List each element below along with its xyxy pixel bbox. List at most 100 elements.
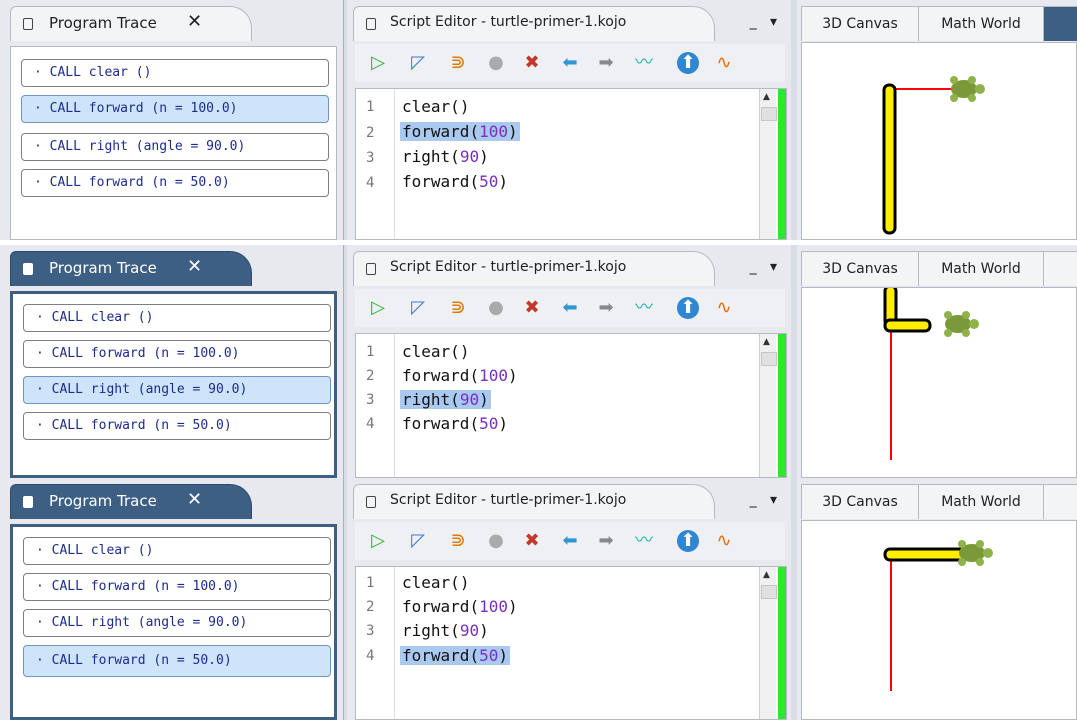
upload-icon[interactable]: ⬆ [677, 52, 699, 74]
trace-call-forward-50[interactable]: · CALL forward (n = 50.0) [23, 412, 331, 440]
editor-scrollbar[interactable]: ▲ [759, 89, 777, 239]
format-icon[interactable]: 〰 [633, 52, 655, 74]
code-line-1[interactable]: clear() [400, 97, 471, 116]
tab-3d-canvas[interactable]: 3D Canvas [801, 251, 919, 286]
scroll-up-icon[interactable]: ▲ [763, 570, 770, 580]
drawing-canvas[interactable] [801, 287, 1077, 478]
program-trace-panel: Program Trace ✕ · CALL clear () · CALL f… [0, 478, 344, 720]
trace-call-forward-100[interactable]: · CALL forward (n = 100.0) [23, 340, 331, 368]
program-trace-tab[interactable]: Program Trace ✕ [10, 484, 252, 519]
trace-call-forward-50[interactable]: · CALL forward (n = 50.0) [23, 645, 331, 677]
back-icon[interactable]: ⬅ [559, 52, 581, 74]
tab-drawing-canvas[interactable] [1043, 6, 1077, 41]
run-worksheet-icon[interactable]: ◸ [407, 52, 429, 74]
stop-icon[interactable]: ● [485, 52, 507, 74]
tab-3d-canvas[interactable]: 3D Canvas [801, 484, 919, 519]
forward-icon[interactable]: ➡ [595, 52, 617, 74]
forward-icon[interactable]: ➡ [595, 297, 617, 319]
tab-math-world[interactable]: Math World [918, 484, 1044, 519]
run-icon[interactable]: ▷ [367, 52, 389, 74]
close-icon[interactable]: ✕ [187, 256, 202, 277]
turtle-icon[interactable]: ∿ [713, 52, 735, 74]
upload-icon[interactable]: ⬆ [677, 297, 699, 319]
code-line-4[interactable]: forward(50) [400, 172, 510, 191]
scroll-thumb[interactable] [761, 585, 777, 599]
trace-call-right-90[interactable]: · CALL right (angle = 90.0) [23, 609, 331, 637]
scroll-thumb[interactable] [761, 352, 777, 366]
trace-icon[interactable]: ⋑ [447, 52, 469, 74]
arg: 50 [479, 172, 499, 191]
forward-icon[interactable]: ➡ [595, 530, 617, 552]
code-line-2[interactable]: forward(100) [400, 597, 520, 616]
tab-drawing-canvas[interactable] [1043, 251, 1077, 286]
program-trace-tab[interactable]: Program Trace ✕ [10, 6, 252, 41]
trace-call-clear[interactable]: · CALL clear () [23, 304, 331, 332]
tab-3d-canvas[interactable]: 3D Canvas [801, 6, 919, 41]
script-editor-tab[interactable]: Script Editor - turtle-primer-1.kojo [353, 484, 715, 519]
run-icon[interactable]: ▷ [367, 297, 389, 319]
code-line-2[interactable]: forward(100) [400, 366, 520, 385]
trace-call-forward-100[interactable]: · CALL forward (n = 100.0) [21, 95, 329, 123]
scroll-thumb[interactable] [761, 107, 777, 121]
tab-drawing-canvas[interactable] [1043, 484, 1077, 519]
drawing-canvas[interactable] [801, 520, 1077, 720]
format-icon[interactable]: 〰 [633, 530, 655, 552]
format-icon[interactable]: 〰 [633, 297, 655, 319]
code-line-3[interactable]: right(90) [400, 147, 491, 166]
trace-call-clear[interactable]: · CALL clear () [21, 59, 329, 87]
close-icon[interactable]: ✕ [187, 11, 202, 32]
document-icon [366, 496, 376, 508]
trace-icon[interactable]: ⋑ [447, 530, 469, 552]
arg: 100 [479, 597, 508, 616]
trace-call-right-90[interactable]: · CALL right (angle = 90.0) [23, 376, 331, 404]
scroll-up-icon[interactable]: ▲ [763, 337, 770, 347]
code-line-3[interactable]: right(90) [400, 390, 491, 409]
panel-menu-button[interactable]: ▾ [770, 14, 777, 30]
program-trace-tab[interactable]: Program Trace ✕ [10, 251, 252, 286]
trace-call-forward-50[interactable]: · CALL forward (n = 50.0) [21, 169, 329, 197]
clear-icon[interactable]: ✖ [521, 297, 543, 319]
clear-icon[interactable]: ✖ [521, 530, 543, 552]
fn-name: clear [402, 342, 451, 361]
turtle-icon[interactable]: ∿ [713, 297, 735, 319]
code-area[interactable]: 1 2 3 4 clear() forward(100) right(90) f… [355, 88, 787, 240]
trace-icon[interactable]: ⋑ [447, 297, 469, 319]
code-area[interactable]: 1 2 3 4 clear() forward(100) right(90) f… [355, 566, 787, 720]
editor-scrollbar[interactable]: ▲ [759, 567, 777, 719]
arg: 100 [479, 122, 508, 141]
stop-icon[interactable]: ● [485, 530, 507, 552]
code-line-4[interactable]: forward(50) [400, 414, 510, 433]
tab-math-world[interactable]: Math World [918, 251, 1044, 286]
trace-call-forward-100[interactable]: · CALL forward (n = 100.0) [23, 573, 331, 601]
upload-icon[interactable]: ⬆ [677, 530, 699, 552]
run-worksheet-icon[interactable]: ◸ [407, 530, 429, 552]
trace-call-clear[interactable]: · CALL clear () [23, 537, 331, 565]
code-line-1[interactable]: clear() [400, 342, 471, 361]
editor-scrollbar[interactable]: ▲ [759, 334, 777, 477]
code-line-3[interactable]: right(90) [400, 621, 491, 640]
clear-icon[interactable]: ✖ [521, 52, 543, 74]
back-icon[interactable]: ⬅ [559, 530, 581, 552]
stop-icon[interactable]: ● [485, 297, 507, 319]
script-editor-title: Script Editor - turtle-primer-1.kojo [390, 492, 627, 508]
minimize-button[interactable]: _ [750, 259, 757, 275]
panel-menu-button[interactable]: ▾ [770, 259, 777, 275]
script-editor-tab[interactable]: Script Editor - turtle-primer-1.kojo [353, 6, 715, 41]
minimize-button[interactable]: _ [750, 14, 757, 30]
code-line-1[interactable]: clear() [400, 573, 471, 592]
minimize-button[interactable]: _ [750, 492, 757, 508]
tab-math-world[interactable]: Math World [918, 6, 1044, 41]
trace-call-right-90[interactable]: · CALL right (angle = 90.0) [21, 133, 329, 161]
run-icon[interactable]: ▷ [367, 530, 389, 552]
run-worksheet-icon[interactable]: ◸ [407, 297, 429, 319]
turtle-icon[interactable]: ∿ [713, 530, 735, 552]
script-editor-tab[interactable]: Script Editor - turtle-primer-1.kojo [353, 251, 715, 286]
code-line-2[interactable]: forward(100) [400, 122, 520, 141]
scroll-up-icon[interactable]: ▲ [763, 92, 770, 102]
back-icon[interactable]: ⬅ [559, 297, 581, 319]
close-icon[interactable]: ✕ [187, 489, 202, 510]
drawing-canvas[interactable] [801, 42, 1077, 240]
code-area[interactable]: 1 2 3 4 clear() forward(100) right(90) f… [355, 333, 787, 478]
panel-menu-button[interactable]: ▾ [770, 492, 777, 508]
code-line-4[interactable]: forward(50) [400, 646, 510, 665]
